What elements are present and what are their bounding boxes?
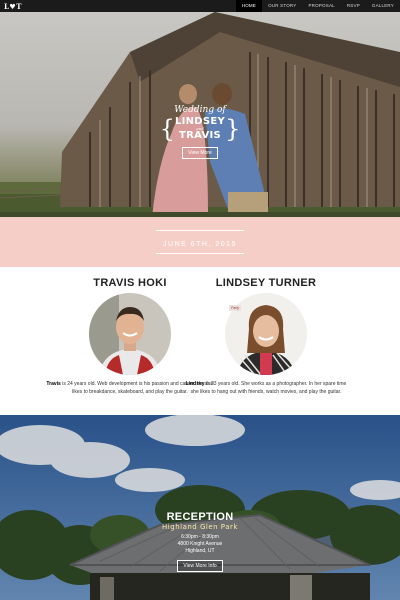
reception-address: 4800 Knight Avenue (177, 541, 223, 547)
bride-bio-text: is 23 years old. She works as a photogra… (190, 381, 347, 395)
nav-item-our-story[interactable]: OUR STORY (262, 0, 302, 12)
nav-item-gallery[interactable]: GALLERY (366, 0, 400, 12)
wedding-date: JUNE 6TH, 2015 (163, 241, 237, 248)
view-more-button[interactable]: View More (182, 147, 218, 159)
pavilion-photo (0, 415, 400, 600)
site-logo[interactable]: L♥T (0, 2, 22, 11)
bride-bio-name: Lindsey (185, 381, 205, 387)
bride-card: LINDSEY TURNER Party Lindsey is 23 years… (176, 277, 356, 396)
nav-item-home[interactable]: HOME (235, 0, 263, 12)
reception-time: 6:30pm - 8:30pm (181, 534, 219, 540)
groom-bio-name: Travis (46, 381, 61, 387)
reception-section: RECEPTION Highland Glen Park 6:30pm - 8:… (0, 415, 400, 600)
couple-section: TRAVIS HOKI Travis is 24 years old. Web … (0, 267, 400, 415)
groom-name-hero: TRAVIS (178, 130, 222, 141)
left-brace: { (159, 115, 175, 143)
couple-names: { LINDSEY and TRAVIS } (159, 115, 241, 143)
date-band: JUNE 6TH, 2015 (0, 217, 400, 267)
hero-title: Wedding of { LINDSEY and TRAVIS } View M… (160, 105, 240, 159)
groom-portrait (89, 293, 171, 375)
right-brace: } (225, 115, 241, 143)
bride-bio: Lindsey is 23 years old. She works as a … (176, 381, 356, 396)
bride-name: LINDSEY TURNER (215, 277, 317, 289)
wedding-of-text: Wedding of (174, 105, 226, 115)
reception-title: RECEPTION (166, 511, 234, 523)
nav-menu: HOME OUR STORY PROPOSAL RSVP GALLERY (235, 0, 400, 12)
top-nav: L♥T HOME OUR STORY PROPOSAL RSVP GALLERY (0, 0, 400, 12)
reception-info: RECEPTION Highland Glen Park 6:30pm - 8:… (140, 511, 260, 572)
view-more-info-button[interactable]: View More Info (177, 560, 223, 572)
nav-item-rsvp[interactable]: RSVP (341, 0, 366, 12)
date-frame: JUNE 6TH, 2015 (156, 230, 244, 254)
reception-city: Highland, UT (185, 548, 215, 554)
reception-venue: Highland Glen Park (162, 523, 238, 531)
bride-tag: Party (229, 305, 242, 311)
nav-item-proposal[interactable]: PROPOSAL (302, 0, 340, 12)
hero-section: Wedding of { LINDSEY and TRAVIS } View M… (0, 12, 400, 217)
